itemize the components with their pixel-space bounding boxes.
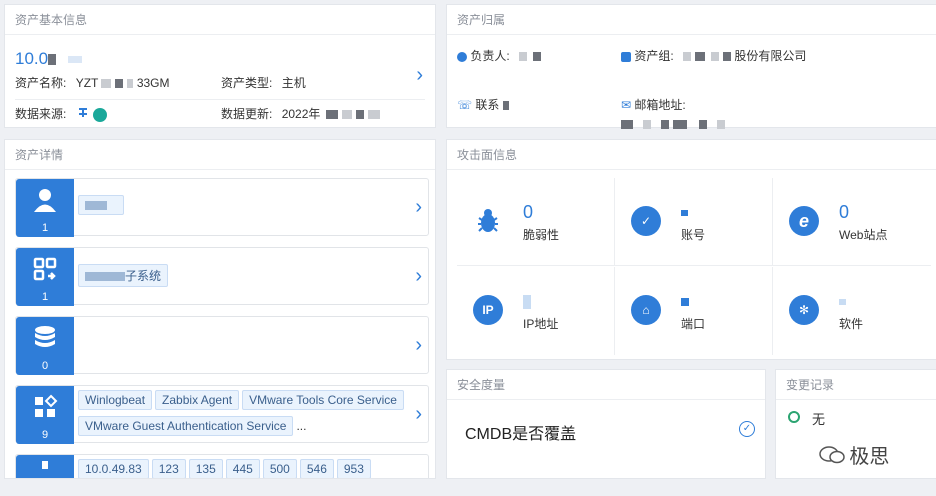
status-circle-icon: [788, 411, 800, 423]
service-tag: Zabbix Agent: [155, 390, 240, 410]
attack-item-website[interactable]: e 0 Web站点: [773, 178, 931, 266]
panel-title: 安全度量: [447, 370, 765, 400]
app-icon: 1: [16, 248, 74, 306]
mail-icon: ✉: [621, 98, 632, 112]
asset-name-value: YZT: [75, 76, 99, 90]
port-tag: 546: [299, 459, 334, 478]
detail-card-services[interactable]: 9 Winlogbeat Zabbix Agent VMware Tools Cor…: [15, 385, 429, 444]
page-bottom-bar: [0, 481, 936, 496]
attack-item-account[interactable]: ✓ 账号: [615, 178, 773, 266]
change-log-panel: 变更记录 无 极思: [775, 369, 936, 479]
change-log-empty: 无: [812, 412, 826, 427]
asset-ip[interactable]: 10.0: [15, 49, 83, 69]
attack-item-ip[interactable]: IP IP地址: [457, 267, 615, 355]
data-source-row: 数据来源:: [15, 105, 108, 123]
detail-card-subsystem[interactable]: 1 子系统 ›: [15, 247, 429, 306]
chevron-right-icon[interactable]: ›: [415, 197, 422, 217]
chevron-right-icon[interactable]: ›: [415, 266, 422, 286]
service-tag: VMware Guest Authentication Service: [78, 416, 294, 436]
asset-type-value: 主机: [281, 76, 306, 90]
web-icon: e: [789, 206, 819, 236]
network-icon: [16, 455, 74, 478]
asset-name-row: 资产名称: YZT 33GM: [15, 76, 170, 90]
wechat-icon: [818, 445, 846, 465]
user-icon: 1: [16, 179, 74, 237]
services-icon: 9: [16, 386, 74, 444]
port-tag: 500: [262, 459, 297, 478]
person-icon: [457, 51, 467, 62]
more-ellipsis: ...: [296, 419, 307, 433]
attack-item-port[interactable]: ⌂ 端口: [615, 267, 773, 355]
service-tag: Winlogbeat: [78, 390, 153, 410]
service-tag: VMware Tools Core Service: [242, 390, 404, 410]
email-value: [621, 117, 725, 131]
security-metrics-panel: 安全度量 CMDB是否覆盖 ✓: [446, 369, 766, 479]
subsystem-tag: 子系统: [78, 264, 169, 287]
attack-item-vulnerability[interactable]: 0 脆弱性: [457, 178, 615, 266]
data-update-value: 2022年: [281, 107, 321, 121]
ip-icon: IP: [473, 295, 503, 325]
panel-title: 变更记录: [776, 370, 936, 400]
panel-title: 攻击面信息: [447, 140, 936, 170]
group-label: 资产组:: [634, 49, 674, 63]
asset-detail-panel: 资产详情 1 › 1 子系统 › 0 › 9 Winlogbeat Zabbix …: [4, 139, 436, 479]
group-value: 股份有限公司: [734, 49, 807, 63]
email-row: ✉ 邮箱地址:: [621, 96, 686, 113]
port-tag: 953: [336, 459, 371, 478]
detail-card-ports[interactable]: 10.0.49.83 123 135 445 500 546 953: [15, 454, 429, 478]
watermark-text: 极思: [849, 446, 890, 468]
chevron-right-icon[interactable]: ›: [415, 335, 422, 355]
source-q-icon: [93, 107, 108, 122]
panel-title: 资产基本信息: [5, 5, 435, 35]
data-source-label: 数据来源:: [15, 107, 67, 121]
detail-card-database[interactable]: 0 ›: [15, 316, 429, 375]
contact-label: 联系: [475, 98, 500, 112]
group-icon: [621, 51, 631, 62]
port-tag: 123: [151, 459, 186, 478]
account-icon: ✓: [631, 206, 661, 236]
asset-name-label: 资产名称:: [15, 76, 67, 90]
owner-label: 负责人:: [470, 49, 510, 63]
bug-icon: [473, 206, 503, 239]
attack-item-software[interactable]: ✻ 软件: [773, 267, 931, 355]
contact-row: ☏ 联系: [457, 96, 509, 113]
owner-row: 负责人:: [457, 47, 542, 64]
software-icon: ✻: [789, 295, 819, 325]
database-icon: 0: [16, 317, 74, 375]
panel-title: 资产归属: [447, 5, 936, 35]
chevron-right-icon[interactable]: ›: [415, 404, 422, 424]
panel-title: 资产详情: [5, 140, 435, 170]
email-label: 邮箱地址:: [634, 98, 686, 112]
port-icon: ⌂: [631, 295, 661, 325]
watermark: 极思: [818, 440, 889, 469]
phone-icon: ☏: [457, 98, 473, 112]
data-update-row: 数据更新: 2022年: [221, 105, 380, 122]
check-circle-icon: ✓: [739, 421, 755, 437]
chevron-right-icon[interactable]: ›: [416, 65, 423, 85]
asset-ownership-panel: 资产归属 负责人: 资产组: 股份有限公司 ☏ 联系 ✉ 邮箱地址:: [446, 4, 936, 131]
detail-card-user[interactable]: 1 ›: [15, 178, 429, 237]
port-tag: 10.0.49.83: [78, 459, 149, 478]
data-update-label: 数据更新:: [221, 107, 273, 121]
port-tag: 135: [188, 459, 223, 478]
port-tag: 445: [225, 459, 260, 478]
cmdb-coverage-label: CMDB是否覆盖: [465, 426, 577, 443]
asset-group-row: 资产组: 股份有限公司: [621, 47, 806, 64]
asset-basic-info-panel: 资产基本信息 10.0 资产名称: YZT 33GM 资产类型: 主机 数据来源…: [4, 4, 436, 128]
source-logo-icon: [76, 106, 90, 123]
asset-type-label: 资产类型:: [221, 76, 273, 90]
asset-type-row: 资产类型: 主机: [221, 74, 306, 91]
attack-surface-panel: 攻击面信息 0 脆弱性 ✓ 账号 e 0 Web站点 IP IP地址 ⌂ 端口 …: [446, 139, 936, 360]
user-value-tag: [78, 195, 124, 215]
